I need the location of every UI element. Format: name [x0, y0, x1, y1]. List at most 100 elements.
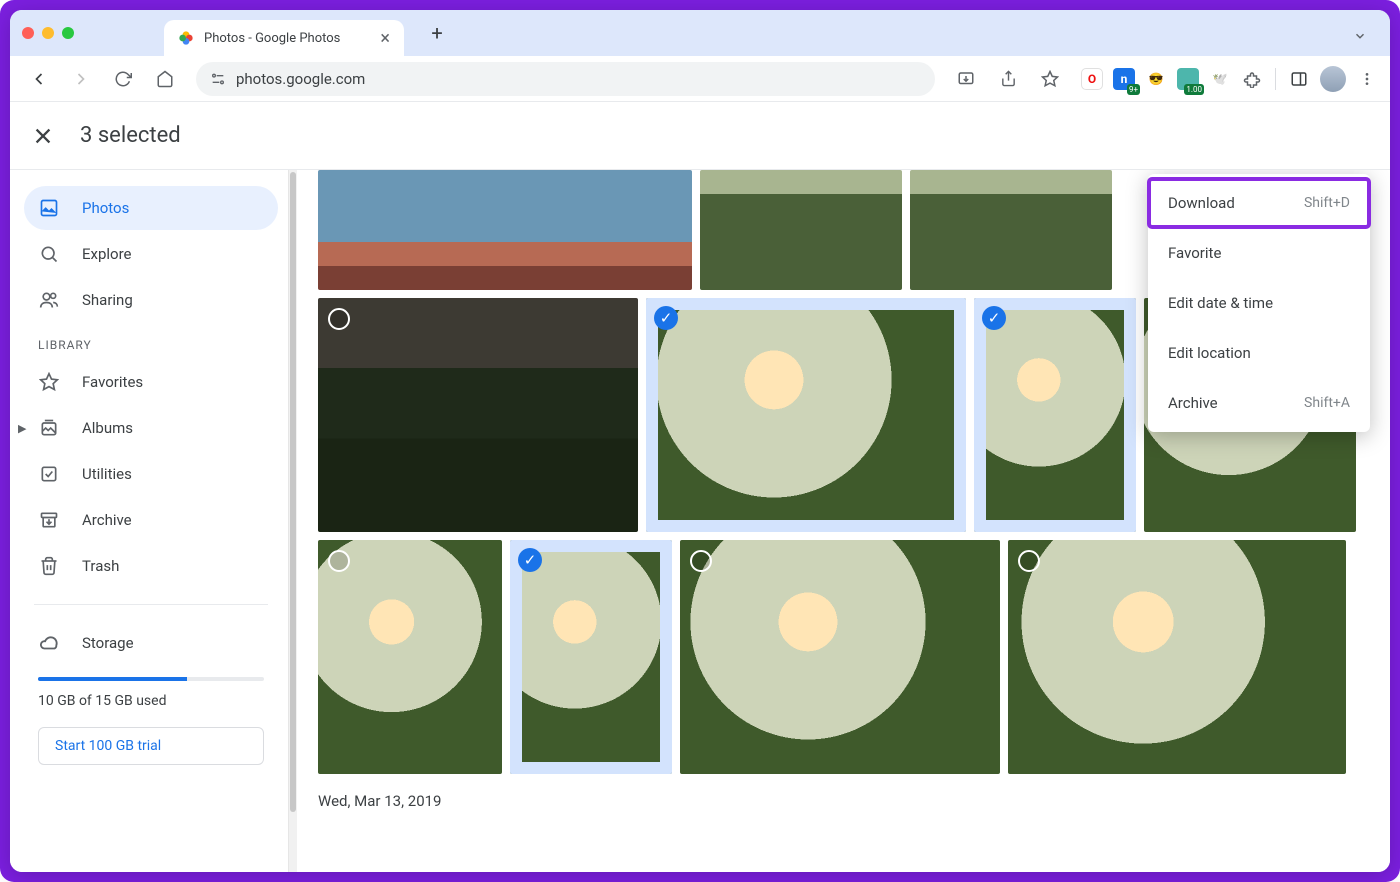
- fullscreen-window-icon[interactable]: [62, 27, 74, 39]
- tab-title: Photos - Google Photos: [204, 31, 340, 46]
- search-icon: [38, 244, 60, 264]
- select-circle-icon[interactable]: [328, 308, 350, 330]
- divider: [34, 604, 268, 605]
- menu-item-label: Archive: [1168, 394, 1218, 412]
- sidebar-item-label: Utilities: [82, 465, 132, 483]
- sidebar-item-label: Archive: [82, 511, 132, 529]
- close-window-icon[interactable]: [22, 27, 34, 39]
- menu-item-edit-date[interactable]: Edit date & time: [1148, 278, 1370, 328]
- address-bar[interactable]: photos.google.com: [196, 62, 935, 96]
- sidebar: Photos Explore Sharing LIBRARY Favorites: [10, 170, 288, 872]
- app-content: 3 selected Photos Explore Sharing: [10, 102, 1390, 872]
- extension-icon[interactable]: 😎: [1145, 68, 1167, 90]
- photo-item[interactable]: ✓: [510, 540, 672, 774]
- people-icon: [38, 290, 60, 310]
- extension-icon[interactable]: n: [1113, 68, 1135, 90]
- new-tab-button[interactable]: +: [422, 18, 452, 48]
- overflow-menu: Download Shift+D Favorite Edit date & ti…: [1148, 174, 1370, 432]
- photo-item[interactable]: ✓: [646, 298, 966, 532]
- selected-check-icon[interactable]: ✓: [982, 306, 1006, 330]
- album-icon: [38, 418, 60, 438]
- photo-item[interactable]: [1008, 540, 1346, 774]
- sidebar-item-label: Explore: [82, 245, 132, 263]
- minimize-window-icon[interactable]: [42, 27, 54, 39]
- close-tab-icon[interactable]: ×: [380, 28, 390, 49]
- install-app-icon[interactable]: [949, 62, 983, 96]
- bookmark-icon[interactable]: [1033, 62, 1067, 96]
- menu-item-edit-location[interactable]: Edit location: [1148, 328, 1370, 378]
- menu-item-archive[interactable]: Archive Shift+A: [1148, 378, 1370, 428]
- profile-avatar[interactable]: [1320, 66, 1346, 92]
- sidebar-item-sharing[interactable]: Sharing: [24, 278, 278, 322]
- side-panel-icon[interactable]: [1288, 68, 1310, 90]
- extension-icon[interactable]: [1177, 68, 1199, 90]
- sidebar-item-label: Favorites: [82, 373, 143, 391]
- sidebar-item-label: Sharing: [82, 291, 133, 309]
- sidebar-item-explore[interactable]: Explore: [24, 232, 278, 276]
- site-settings-icon[interactable]: [210, 71, 226, 87]
- trash-icon: [38, 556, 60, 576]
- storage-trial-button[interactable]: Start 100 GB trial: [38, 727, 264, 765]
- forward-button[interactable]: [64, 62, 98, 96]
- expand-icon: ▶: [18, 422, 26, 435]
- sidebar-item-label: Albums: [82, 419, 133, 437]
- cloud-icon: [38, 632, 60, 654]
- tabs-dropdown-icon[interactable]: [1348, 24, 1372, 48]
- selected-check-icon[interactable]: ✓: [654, 306, 678, 330]
- sidebar-scrollbar[interactable]: [288, 170, 297, 872]
- photos-icon: [38, 198, 60, 218]
- archive-icon: [38, 510, 60, 530]
- share-icon[interactable]: [991, 62, 1025, 96]
- sidebar-item-utilities[interactable]: Utilities: [24, 452, 278, 496]
- selection-count: 3 selected: [80, 123, 181, 148]
- sidebar-item-label: Photos: [82, 199, 129, 217]
- library-header: LIBRARY: [24, 324, 278, 358]
- photo-item[interactable]: [318, 298, 638, 532]
- url-text: photos.google.com: [236, 70, 365, 88]
- workspace: Photos Explore Sharing LIBRARY Favorites: [10, 170, 1390, 872]
- sidebar-item-label: Storage: [82, 634, 134, 652]
- selection-bar: 3 selected: [10, 102, 1390, 170]
- photo-item[interactable]: [318, 540, 502, 774]
- select-circle-icon[interactable]: [328, 550, 350, 572]
- menu-item-label: Edit date & time: [1168, 294, 1273, 312]
- menu-item-favorite[interactable]: Favorite: [1148, 228, 1370, 278]
- select-circle-icon[interactable]: [1018, 550, 1040, 572]
- sidebar-item-albums[interactable]: ▶ Albums: [24, 406, 278, 450]
- photo-item[interactable]: [680, 540, 1000, 774]
- select-circle-icon[interactable]: [690, 550, 712, 572]
- extensions-puzzle-icon[interactable]: [1241, 68, 1263, 90]
- reload-button[interactable]: [106, 62, 140, 96]
- browser-menu-icon[interactable]: [1356, 68, 1378, 90]
- menu-item-shortcut: Shift+D: [1304, 195, 1350, 211]
- photo-item[interactable]: ✓: [974, 298, 1136, 532]
- google-photos-favicon-icon: [178, 30, 194, 46]
- extension-icon[interactable]: O: [1081, 68, 1103, 90]
- menu-item-label: Download: [1168, 194, 1235, 212]
- menu-item-label: Edit location: [1168, 344, 1251, 362]
- photo-item[interactable]: [318, 170, 692, 290]
- browser-toolbar: photos.google.com O n 😎 🕊️: [10, 56, 1390, 102]
- browser-tabbar: Photos - Google Photos × +: [10, 10, 1390, 56]
- sidebar-item-favorites[interactable]: Favorites: [24, 360, 278, 404]
- storage-progress: [38, 677, 264, 681]
- sidebar-item-photos[interactable]: Photos: [24, 186, 278, 230]
- utilities-icon: [38, 464, 60, 484]
- browser-tab[interactable]: Photos - Google Photos ×: [164, 20, 404, 56]
- sidebar-item-trash[interactable]: Trash: [24, 544, 278, 588]
- storage-used-text: 10 GB of 15 GB used: [24, 683, 278, 719]
- sidebar-item-storage[interactable]: Storage: [24, 621, 278, 665]
- selected-check-icon[interactable]: ✓: [518, 548, 542, 572]
- menu-item-download[interactable]: Download Shift+D: [1148, 178, 1370, 228]
- back-button[interactable]: [22, 62, 56, 96]
- extension-icon[interactable]: 🕊️: [1209, 68, 1231, 90]
- sidebar-item-archive[interactable]: Archive: [24, 498, 278, 542]
- photo-item[interactable]: [700, 170, 902, 290]
- close-selection-button[interactable]: [32, 125, 54, 147]
- date-header: Wed, Mar 13, 2019: [318, 792, 1376, 810]
- photo-item[interactable]: [910, 170, 1112, 290]
- home-button[interactable]: [148, 62, 182, 96]
- menu-item-shortcut: Shift+A: [1304, 395, 1350, 411]
- window-controls: [22, 27, 74, 39]
- extensions-row: O n 😎 🕊️: [1081, 66, 1378, 92]
